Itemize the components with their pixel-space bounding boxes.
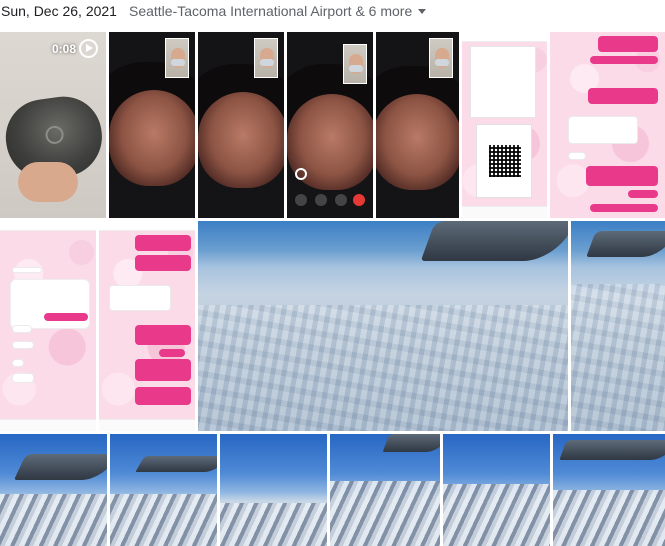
photo-tile-videocall-1[interactable] [109,32,195,218]
chat-input-bar [99,419,195,431]
pip-window [254,38,278,78]
chat-bubble-out [590,204,658,212]
caret-down-icon [418,9,427,14]
chat-bubble-out [135,325,191,345]
photo-tile-videocall-3[interactable] [287,32,373,218]
chat-input-bar [0,419,96,431]
wing-shape [559,440,665,460]
chat-bubble-out [628,190,658,198]
date-header: Sun, Dec 26, 2021 Seattle-Tacoma Interna… [0,0,665,22]
photo-tile-mountains-3[interactable] [220,434,327,546]
camera-icon [295,194,307,206]
chat-bubble-in [12,359,24,367]
photo-tile-wing-snowfield-narrow[interactable] [571,221,665,431]
chat-bubble-out [586,166,658,186]
snowfield-shape [571,284,665,431]
chat-topbar [0,221,96,231]
play-circle-icon[interactable] [79,39,98,58]
qr-card [476,124,532,198]
face-shape [198,92,284,188]
snowfield-shape [198,305,568,431]
chat-input-bar [462,206,547,218]
qr-code-icon [489,145,521,177]
mask-shape [349,65,363,72]
pip-window [165,38,189,78]
mountains-shape [0,494,107,546]
photo-tile-wing-mountains-4[interactable] [330,434,440,546]
device-logo-icon [44,124,65,146]
link-preview-card [10,279,90,329]
pip-window [429,38,453,78]
wing-shape [420,221,568,261]
mic-icon [335,194,347,206]
chat-bubble-in [568,152,586,160]
chat-bubble-out [588,88,658,104]
chat-bubble-in [109,285,171,311]
mountains-shape [220,503,327,546]
chat-bubble-out [135,387,191,405]
photo-tile-wing-snowfield-large[interactable] [198,221,568,431]
chat-bubble-in [12,341,34,349]
chat-bubble-out [159,349,185,357]
mask-shape [435,59,449,66]
mountains-shape [553,490,665,546]
chat-topbar [99,221,195,231]
chat-bubble-in [568,116,638,144]
chat-bubble-in [12,267,42,273]
mountains-shape [443,484,550,546]
face-shape [109,90,195,186]
end-call-icon [353,194,365,206]
wing-shape [135,456,217,472]
photo-tile-wing-mountains-6[interactable] [553,434,665,546]
chat-bubble-out [135,255,191,271]
photo-tile-videocall-4[interactable] [376,32,459,218]
video-icon [315,194,327,206]
photo-tile-wing-mountains-2[interactable] [110,434,217,546]
message-card [470,46,536,118]
video-duration: 0:08 [51,42,76,56]
wing-shape [586,231,665,257]
pip-window [343,44,367,84]
mountains-shape [110,494,217,546]
location-label: Seattle-Tacoma International Airport & 6… [128,3,413,19]
photo-tile-chat-2[interactable] [0,221,96,431]
date-title: Sun, Dec 26, 2021 [1,3,117,19]
chat-bubble-out [44,313,88,321]
mountains-shape [330,481,440,546]
chat-bubble-in [12,373,34,383]
mask-shape [171,59,185,66]
photo-tile-wing-mountains-1[interactable] [0,434,107,546]
mask-shape [260,59,274,66]
photo-tile-mountains-5[interactable] [443,434,550,546]
wing-shape [13,454,107,480]
photo-tile-chat-1[interactable] [550,32,665,218]
chat-bubble-in [12,325,32,333]
photo-tile-videocall-2[interactable] [198,32,284,218]
call-status-bar [287,32,373,42]
wing-shape [382,434,440,452]
photo-tile-chat-3[interactable] [99,221,195,431]
call-control-icon [295,168,307,180]
chat-bubble-out [135,235,191,251]
chat-topbar [462,32,547,42]
photo-tile-video-device[interactable]: 0:08 [0,32,106,218]
location-dropdown[interactable]: Seattle-Tacoma International Airport & 6… [128,3,427,19]
chat-bubble-out [135,359,191,381]
face-shape [376,94,459,190]
chat-bubble-out [590,56,658,64]
hand-shape [18,162,78,202]
photo-tile-chat-qr[interactable] [462,32,547,218]
chat-bubble-out [598,36,658,52]
